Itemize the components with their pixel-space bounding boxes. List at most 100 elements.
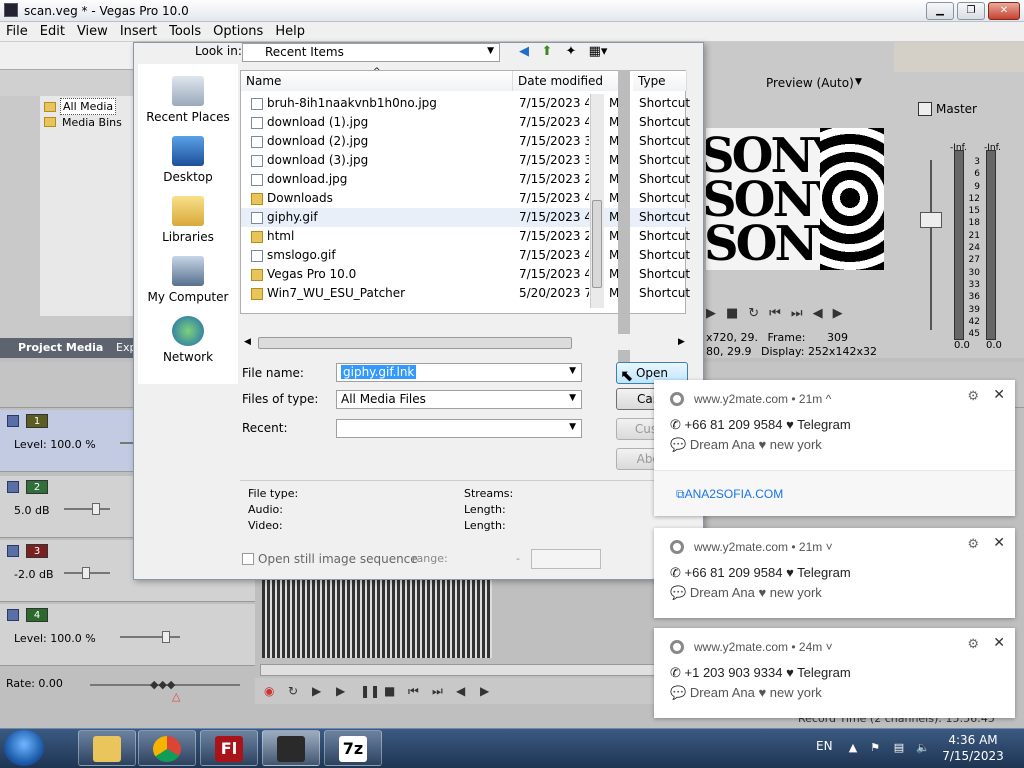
minimize-button[interactable]: ▁	[926, 2, 954, 20]
notification-line-1: ✆ +66 81 209 9584 ♥ Telegram	[670, 565, 851, 580]
menu-edit[interactable]: Edit	[34, 22, 71, 41]
dialog-splitter[interactable]	[618, 70, 630, 362]
track-fader[interactable]	[120, 631, 180, 643]
network-icon	[172, 316, 204, 346]
pause-icon[interactable]: ❚❚	[360, 685, 380, 697]
language-indicator[interactable]: EN	[816, 739, 833, 753]
back-icon[interactable]: ◀	[515, 44, 533, 60]
gear-icon[interactable]: ⚙	[967, 536, 979, 552]
taskbar-vegas[interactable]	[262, 730, 320, 766]
close-icon[interactable]: ✕	[993, 634, 1005, 651]
track-expand-icon[interactable]	[7, 609, 19, 621]
start-button[interactable]	[4, 730, 44, 766]
notification-link[interactable]: ⧉ANA2SOFIA.COM	[654, 470, 1015, 516]
view-menu-icon[interactable]: ▦▾	[586, 44, 610, 60]
notification-1[interactable]: www.y2mate.com • 21m ^ ⚙ ✕ ✆ +66 81 209 …	[654, 380, 1015, 516]
network-tray-icon[interactable]: ▤	[892, 741, 906, 755]
column-type[interactable]: Type	[633, 71, 687, 91]
next-icon[interactable]: ⏭	[432, 685, 446, 697]
maximize-button[interactable]: ❐	[957, 2, 985, 20]
place-libraries[interactable]: Libraries	[138, 196, 238, 244]
recent-label: Recent:	[242, 421, 288, 435]
range-input[interactable]	[531, 549, 601, 569]
place-network[interactable]: Network	[138, 316, 238, 364]
track-fader[interactable]	[64, 503, 110, 515]
place-my-computer[interactable]: My Computer	[138, 256, 238, 304]
menu-tools[interactable]: Tools	[163, 22, 207, 41]
menu-options[interactable]: Options	[207, 22, 269, 41]
loop-icon[interactable]: ↻	[288, 685, 302, 697]
taskbar-chrome[interactable]	[138, 730, 196, 766]
menu-view[interactable]: View	[71, 22, 114, 41]
close-icon[interactable]: ✕	[993, 386, 1005, 403]
track-expand-icon[interactable]	[7, 545, 19, 557]
preview-quality[interactable]: Preview (Auto)	[766, 76, 854, 90]
preview-transport-icons[interactable]: ▶■↻⏮⏭◀▶	[706, 306, 892, 326]
chevron-down-icon[interactable]: ▼	[855, 77, 862, 87]
track-fader[interactable]	[64, 567, 110, 579]
track-number: 2	[26, 480, 48, 494]
next-frame-icon[interactable]: ▶	[480, 685, 494, 697]
track-4[interactable]: 4 Level: 100.0 %	[0, 604, 255, 666]
action-center-icon[interactable]: ⚑	[868, 741, 882, 755]
place-recent[interactable]: Recent Places	[138, 76, 238, 124]
folder-icon	[44, 102, 56, 112]
open-sequence-label: Open still image sequence	[258, 552, 418, 566]
close-icon[interactable]: ✕	[993, 534, 1005, 551]
scroll-right-icon[interactable]: ▶	[678, 337, 685, 347]
hscroll-thumb[interactable]	[258, 337, 572, 349]
gear-icon[interactable]: ⚙	[967, 388, 979, 404]
system-clock[interactable]: 4:36 AM 7/15/2023	[938, 732, 1008, 764]
tab-project-media[interactable]: Project Media	[18, 341, 103, 354]
files-of-type-label: Files of type:	[242, 392, 319, 406]
prev-frame-icon[interactable]: ◀	[456, 685, 470, 697]
warning-icon: △	[172, 690, 181, 703]
new-folder-icon[interactable]: ✦	[562, 44, 580, 60]
close-button[interactable]: ✕	[988, 2, 1020, 20]
taskbar-7zip[interactable]: 7z	[324, 730, 382, 766]
track-level: Level: 100.0 %	[14, 632, 96, 645]
notification-source: www.y2mate.com • 21m ˅	[694, 540, 833, 554]
tree-all-media[interactable]: All Media	[60, 98, 117, 115]
recent-places-icon	[172, 76, 204, 106]
master-value-right: 0.0	[986, 340, 1002, 351]
track-expand-icon[interactable]	[7, 481, 19, 493]
open-sequence-checkbox[interactable]: Open still image sequence	[242, 552, 418, 566]
prev-icon[interactable]: ⏮	[408, 685, 422, 697]
play-from-start-icon[interactable]: ▶	[312, 685, 326, 697]
volume-icon[interactable]: 🔈	[916, 741, 930, 755]
look-in-select[interactable]: Recent Items ▼	[242, 43, 500, 62]
record-icon[interactable]: ◉	[264, 685, 278, 697]
notification-3[interactable]: www.y2mate.com • 24m ˅ ⚙ ✕ ✆ +1 203 903 …	[654, 628, 1015, 718]
video-clip[interactable]	[262, 578, 492, 658]
recent-select[interactable]: ▼	[336, 419, 582, 438]
stop-icon[interactable]: ■	[384, 685, 398, 697]
gear-icon[interactable]: ⚙	[967, 636, 979, 652]
up-folder-icon[interactable]: ⬆	[538, 44, 556, 60]
timeline-scrollbar[interactable]	[260, 664, 660, 676]
track-number: 3	[26, 544, 48, 558]
place-label: Network	[162, 350, 214, 364]
tree-media-bins[interactable]: Media Bins	[60, 115, 124, 130]
track-expand-icon[interactable]	[7, 415, 19, 427]
vscroll-thumb[interactable]	[592, 200, 602, 288]
taskbar-explorer[interactable]	[78, 730, 136, 766]
play-icon[interactable]: ▶	[336, 685, 350, 697]
column-date-modified[interactable]: Date modified	[513, 71, 621, 91]
file-name-input[interactable]: giphy.gif.lnk ▼	[336, 363, 582, 382]
info-length-audio: Length:	[464, 503, 506, 516]
master-fader[interactable]	[920, 212, 942, 228]
menu-file[interactable]: File	[0, 22, 34, 41]
taskbar-flash[interactable]: Fl	[200, 730, 258, 766]
place-desktop[interactable]: Desktop	[138, 136, 238, 184]
place-label: Recent Places	[146, 110, 230, 124]
notification-2[interactable]: www.y2mate.com • 21m ˅ ⚙ ✕ ✆ +66 81 209 …	[654, 528, 1015, 618]
scroll-left-icon[interactable]: ◀	[244, 337, 251, 347]
files-of-type-select[interactable]: All Media Files ▼	[336, 390, 582, 409]
menu-help[interactable]: Help	[269, 22, 311, 41]
menu-insert[interactable]: Insert	[114, 22, 163, 41]
show-hidden-icons-icon[interactable]: ▲	[846, 741, 860, 755]
shortcut-icon	[251, 250, 263, 262]
vegas-icon	[277, 736, 305, 762]
folder-shortcut-icon	[251, 288, 263, 300]
